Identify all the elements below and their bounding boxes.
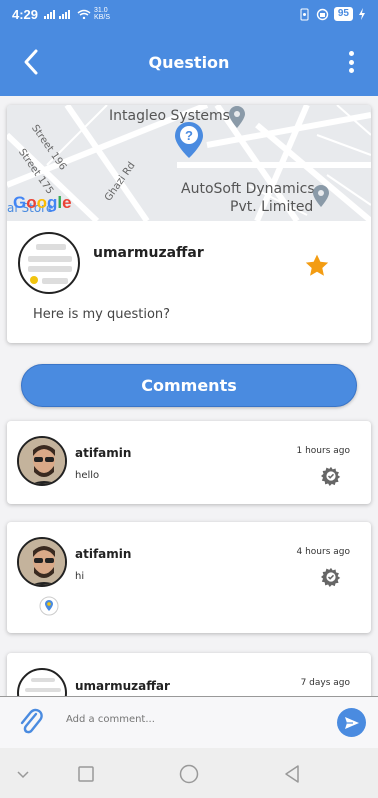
question-username: umarmuzaffar <box>93 245 204 261</box>
question-card: Intagleo Systems ? AutoSoft Dynamics Pvt… <box>7 105 371 343</box>
question-location-pin-icon: ? <box>175 122 203 158</box>
system-nav-bar <box>0 748 378 798</box>
vibrate-icon <box>300 8 309 20</box>
send-icon <box>344 716 359 729</box>
star-icon[interactable] <box>304 253 330 279</box>
recent-apps-icon[interactable] <box>75 763 97 785</box>
more-options-icon[interactable] <box>346 48 356 76</box>
comment-composer <box>0 696 378 748</box>
gear-icon[interactable] <box>321 466 341 486</box>
wifi-icon <box>77 9 91 19</box>
svg-text:?: ? <box>185 128 193 143</box>
map-place-autosoft-2: Pvt. Limited <box>230 199 314 215</box>
back-nav-icon[interactable] <box>281 763 303 785</box>
send-button[interactable] <box>337 708 366 737</box>
commenter-username: atifamin <box>75 547 132 561</box>
comment-time: 7 days ago <box>300 678 350 688</box>
status-right: 95 <box>298 7 366 21</box>
location-map[interactable]: Intagleo Systems ? AutoSoft Dynamics Pvt… <box>7 105 371 221</box>
status-bar: 4:29 31.0 KB/S 95 <box>0 0 378 28</box>
battery-level: 95 <box>333 7 353 21</box>
map-pin-small-icon <box>229 106 245 128</box>
google-logo: Google <box>13 193 72 212</box>
chevron-down-icon[interactable] <box>12 763 34 785</box>
comment-input[interactable] <box>66 714 306 725</box>
paperclip-icon[interactable] <box>18 707 44 737</box>
home-icon[interactable] <box>178 763 200 785</box>
app-bar: Question <box>0 28 378 96</box>
comment-time: 1 hours ago <box>296 446 351 456</box>
map-pin-small-icon-2 <box>313 185 329 207</box>
signal-icons: 31.0 KB/S <box>44 7 110 21</box>
comment-card: atifamin hi 4 hours ago <box>7 522 371 633</box>
location-pin-badge-icon[interactable] <box>39 596 59 616</box>
person-photo-icon <box>19 539 65 585</box>
signal-icon <box>44 10 71 19</box>
commenter-username: umarmuzaffar <box>75 679 170 693</box>
page-title: Question <box>148 52 230 72</box>
comment-text: hello <box>75 470 100 481</box>
comment-text: hi <box>75 571 85 582</box>
question-text: Here is my question? <box>33 307 171 322</box>
commenter-avatar[interactable] <box>17 436 67 486</box>
gear-icon[interactable] <box>321 567 341 587</box>
commenter-username: atifamin <box>75 446 132 460</box>
net-speed: 31.0 KB/S <box>94 7 110 21</box>
data-saver-icon <box>316 8 329 20</box>
commenter-avatar[interactable] <box>17 537 67 587</box>
map-place-autosoft-1: AutoSoft Dynamics <box>181 181 315 197</box>
person-photo-icon <box>19 438 65 484</box>
charging-icon <box>359 8 365 20</box>
back-arrow-icon[interactable] <box>18 48 46 76</box>
map-place-intagleo: Intagleo Systems <box>109 108 230 124</box>
status-time: 4:29 <box>12 6 39 22</box>
comments-button[interactable]: Comments <box>21 364 357 407</box>
comment-time: 4 hours ago <box>296 547 351 557</box>
comment-card: atifamin hello 1 hours ago <box>7 421 371 504</box>
question-author-avatar[interactable] <box>18 232 80 294</box>
